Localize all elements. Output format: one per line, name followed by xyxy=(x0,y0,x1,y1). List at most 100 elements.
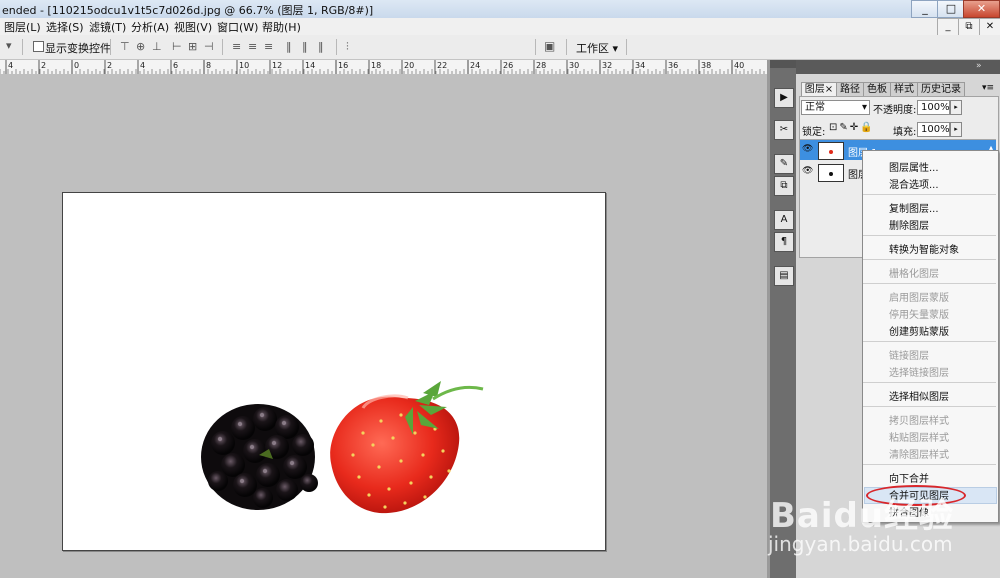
menu-separator xyxy=(863,194,996,195)
menu-select-linked-layers[interactable]: 选择链接图层 xyxy=(889,364,949,379)
separator xyxy=(110,39,111,55)
document-canvas[interactable] xyxy=(62,192,606,551)
menu-duplicate-layer[interactable]: 复制图层... xyxy=(889,200,939,215)
menu-delete-layer[interactable]: 删除图层 xyxy=(889,217,929,232)
menu-bar: 图层(L) 选择(S) 滤镜(T) 分析(A) 视图(V) 窗口(W) 帮助(H… xyxy=(0,18,1000,36)
menu-enable-layer-mask[interactable]: 启用图层蒙版 xyxy=(889,289,949,304)
menu-copy-layer-style[interactable]: 拷贝图层样式 xyxy=(889,412,949,427)
menu-rasterize-layer[interactable]: 栅格化图层 xyxy=(889,265,939,280)
maximize-button[interactable]: □ xyxy=(937,0,965,18)
ruler-label: 30 xyxy=(569,61,579,70)
opacity-slider-button[interactable]: ▸ xyxy=(950,100,962,115)
ruler-label: 26 xyxy=(503,61,513,70)
visibility-eye-icon[interactable]: 👁 xyxy=(802,166,813,176)
character-icon[interactable]: A xyxy=(774,210,794,230)
doc-close-button[interactable]: ✕ xyxy=(979,18,1000,36)
ruler-label: 16 xyxy=(338,61,348,70)
layer-thumbnail xyxy=(818,142,844,160)
menu-layer-properties[interactable]: 图层属性... xyxy=(889,159,939,174)
menu-create-clipping-mask[interactable]: 创建剪贴蒙版 xyxy=(889,323,949,338)
align-right-icon[interactable]: ⊣ xyxy=(204,40,214,53)
menu-merge-down[interactable]: 向下合并 xyxy=(889,470,929,485)
ruler-label: 8 xyxy=(206,61,211,70)
ruler-label: 40 xyxy=(734,61,744,70)
menu-help[interactable]: 帮助(H) xyxy=(262,19,301,35)
menu-select-similar-layers[interactable]: 选择相似图层 xyxy=(889,388,949,403)
menu-clear-layer-style[interactable]: 清除图层样式 xyxy=(889,446,949,461)
align-vcenter-icon[interactable]: ⊕ xyxy=(136,40,145,53)
menu-analysis[interactable]: 分析(A) xyxy=(131,19,169,35)
title-bar: ended - [110215odcu1v1t5c7d026d.jpg @ 66… xyxy=(0,0,1000,19)
clone-source-icon[interactable]: ⧉ xyxy=(774,176,794,196)
align-bottom-icon[interactable]: ⊥ xyxy=(152,40,162,53)
window-title: ended - [110215odcu1v1t5c7d026d.jpg @ 66… xyxy=(2,4,374,17)
menu-separator xyxy=(863,382,996,383)
menu-separator xyxy=(863,406,996,407)
distribute-left-icon[interactable]: ‖ xyxy=(286,40,291,53)
options-bar: ▾ 显示变换控件 ⊤ ⊕ ⊥ ⊢ ⊞ ⊣ ≡ ≡ ≡ ‖ ‖ ‖ ⫶ ▣ 工作区… xyxy=(0,35,1000,60)
menu-paste-layer-style[interactable]: 粘贴图层样式 xyxy=(889,429,949,444)
separator xyxy=(336,39,337,55)
brushes-icon[interactable]: ✎ xyxy=(774,154,794,174)
workspace-menu[interactable]: 工作区 ▾ xyxy=(576,40,618,56)
paragraph-icon[interactable]: ¶ xyxy=(774,232,794,252)
ruler-label: 24 xyxy=(470,61,480,70)
menu-blending-options[interactable]: 混合选项... xyxy=(889,176,939,191)
visibility-eye-icon[interactable]: 👁 xyxy=(802,144,813,154)
ruler-label: 2 xyxy=(107,61,112,70)
tab-close-icon[interactable]: × xyxy=(825,84,833,95)
layer-comps-icon[interactable]: ▤ xyxy=(774,266,794,286)
align-hcenter-icon[interactable]: ⊞ xyxy=(188,40,197,53)
align-left-icon[interactable]: ⊢ xyxy=(172,40,182,53)
baidu-watermark-logo: Baidu经验 xyxy=(770,496,955,536)
menu-select[interactable]: 选择(S) xyxy=(46,19,84,35)
doc-restore-button[interactable]: ⧉ xyxy=(958,18,980,36)
dropdown-arrow-icon[interactable]: ▾ xyxy=(6,39,11,52)
menu-layer[interactable]: 图层(L) xyxy=(4,19,41,35)
workspace-icon[interactable]: ▣ xyxy=(544,39,555,53)
lock-icons[interactable]: ⊡✎✛🔒 xyxy=(829,122,875,133)
separator xyxy=(535,39,536,55)
auto-align-icon[interactable]: ⫶ xyxy=(346,40,349,54)
distribute-top-icon[interactable]: ≡ xyxy=(232,40,241,53)
panel-header-bar[interactable] xyxy=(796,60,1000,74)
tab-paths[interactable]: 路径 xyxy=(836,82,864,96)
menu-view[interactable]: 视图(V) xyxy=(174,19,212,35)
blend-mode-select[interactable]: 正常 ▾ xyxy=(801,100,870,115)
opacity-label: 不透明度: xyxy=(873,105,917,116)
panel-menu-icon[interactable]: ▾≡ xyxy=(982,83,994,93)
distribute-right-icon[interactable]: ‖ xyxy=(318,40,323,53)
menu-disable-vector-mask[interactable]: 停用矢量蒙版 xyxy=(889,306,949,321)
distribute-hcenter-icon[interactable]: ‖ xyxy=(302,40,307,53)
ruler-label: 14 xyxy=(305,61,315,70)
ruler-ticks: 4 2 0 2 4 6 8 10 12 14 16 18 20 22 24 26 28 30 32 34 36 38 40 xyxy=(0,60,765,74)
tab-swatches[interactable]: 色板 xyxy=(863,82,891,96)
tab-history[interactable]: 历史记录 xyxy=(917,82,965,96)
dock-header[interactable] xyxy=(770,60,796,68)
fill-slider-button[interactable]: ▸ xyxy=(950,122,962,137)
minimize-button[interactable]: _ xyxy=(911,0,939,18)
show-transform-checkbox[interactable] xyxy=(33,41,44,52)
ruler-label: 10 xyxy=(239,61,249,70)
align-top-icon[interactable]: ⊤ xyxy=(120,40,130,53)
horizontal-ruler: 4 2 0 2 4 6 8 10 12 14 16 18 20 22 24 26 28 30 32 34 36 38 40 xyxy=(0,60,767,75)
distribute-vcenter-icon[interactable]: ≡ xyxy=(248,40,257,53)
menu-convert-smart-object[interactable]: 转换为智能对象 xyxy=(889,241,959,256)
tab-layers[interactable]: 图层× xyxy=(801,82,837,96)
doc-minimize-button[interactable]: _ xyxy=(937,18,959,36)
show-transform-label: 显示变换控件 xyxy=(45,42,111,55)
menu-filter[interactable]: 滤镜(T) xyxy=(89,19,126,35)
menu-link-layers[interactable]: 链接图层 xyxy=(889,347,929,362)
menu-separator xyxy=(863,283,996,284)
tools-icon[interactable]: ✂ xyxy=(774,120,794,140)
close-button[interactable]: ✕ xyxy=(963,0,1000,18)
ruler-label: 20 xyxy=(404,61,414,70)
navigator-icon[interactable]: ▶ xyxy=(774,88,794,108)
tab-styles[interactable]: 样式 xyxy=(890,82,918,96)
opacity-input[interactable]: 100% xyxy=(917,100,950,115)
collapse-panel-icon[interactable]: » xyxy=(976,61,982,71)
fill-input[interactable]: 100% xyxy=(917,122,950,137)
distribute-bottom-icon[interactable]: ≡ xyxy=(264,40,273,53)
menu-window[interactable]: 窗口(W) xyxy=(217,19,258,35)
ruler-label: 28 xyxy=(536,61,546,70)
